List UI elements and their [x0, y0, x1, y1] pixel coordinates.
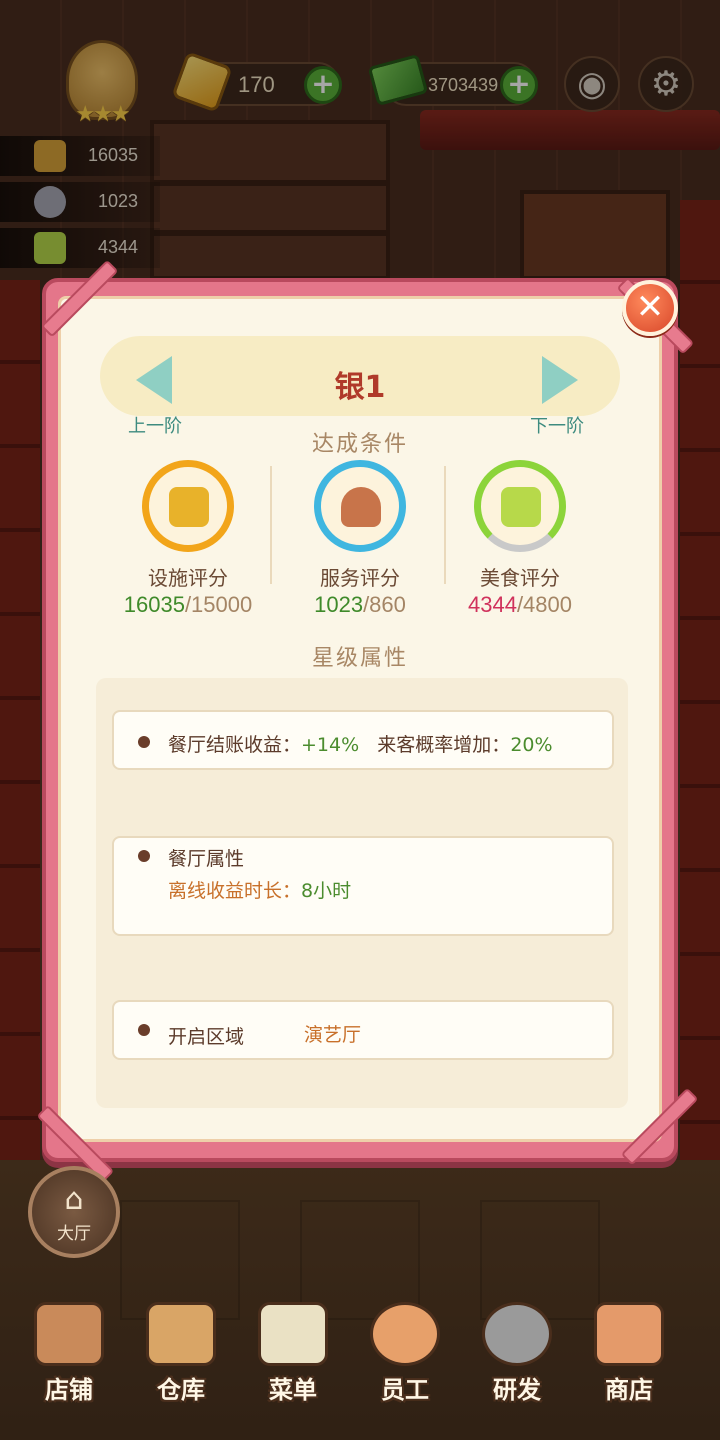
facility-criterion: 设施评分 16035/15000 — [108, 460, 268, 620]
rank-title: 银1 — [334, 370, 386, 405]
prev-rank-arrow-icon[interactable] — [136, 356, 172, 404]
bullet-dot — [138, 850, 150, 862]
nav-label: 仓库 — [157, 1376, 205, 1404]
service-progress-ring — [314, 460, 406, 552]
prev-rank-label[interactable]: 上一阶 — [128, 412, 182, 438]
criterion-value: 4344/4800 — [467, 592, 572, 617]
criterion-label: 服务评分 — [320, 566, 400, 590]
chef-icon — [370, 1302, 440, 1366]
offline-income-text: 离线收益时长：8小时 — [168, 880, 352, 902]
criterion-value: 16035/15000 — [123, 592, 253, 617]
unlock-area-value: 演艺厅 — [304, 1024, 362, 1046]
nav-warehouse[interactable]: 仓库 — [126, 1296, 236, 1416]
nav-staff[interactable]: 员工 — [350, 1296, 460, 1416]
attributes-heading: 星级属性 — [311, 646, 408, 671]
income-attribute-text: 餐厅结账收益：+14% 来客概率增加：20% — [168, 734, 553, 756]
nav-shop-front[interactable]: 店铺 — [14, 1296, 124, 1416]
service-criterion: 服务评分 1023/860 — [280, 460, 440, 620]
nav-menu[interactable]: 菜单 — [238, 1296, 348, 1416]
shop-icon — [594, 1302, 664, 1366]
cloche-icon — [341, 487, 381, 527]
nav-research[interactable]: 研发 — [462, 1296, 572, 1416]
next-rank-label[interactable]: 下一阶 — [530, 412, 584, 438]
divider — [270, 466, 272, 584]
income-attribute-box: 餐厅结账收益：+14% 来客概率增加：20% — [112, 710, 614, 770]
criterion-value: 1023/860 — [314, 592, 406, 617]
facility-progress-ring — [142, 460, 234, 552]
nav-label: 菜单 — [269, 1376, 317, 1404]
close-button[interactable]: ✕ — [622, 280, 678, 336]
clipboard-icon — [258, 1302, 328, 1366]
unlock-area-box: 开启区域 演艺厅 — [112, 1000, 614, 1060]
storefront-icon — [34, 1302, 104, 1366]
criteria-heading: 达成条件 — [311, 432, 408, 457]
nav-label: 店铺 — [45, 1376, 93, 1404]
nav-store[interactable]: 商店 — [574, 1296, 684, 1416]
pot-icon — [169, 487, 209, 527]
food-criterion: 美食评分 4344/4800 — [440, 460, 600, 620]
recipe-book-icon — [501, 487, 541, 527]
next-rank-arrow-icon[interactable] — [542, 356, 578, 404]
restaurant-attribute-label: 餐厅属性 — [168, 848, 245, 870]
close-icon: ✕ — [635, 287, 665, 327]
hall-label: 大厅 — [57, 1224, 91, 1244]
house-icon: ⌂ — [64, 1182, 84, 1217]
wok-icon — [482, 1302, 552, 1366]
bullet-dot — [138, 1024, 150, 1036]
criterion-label: 美食评分 — [480, 566, 560, 590]
crate-icon — [146, 1302, 216, 1366]
restaurant-attribute-box: 餐厅属性 离线收益时长：8小时 — [112, 836, 614, 936]
criterion-label: 设施评分 — [148, 566, 228, 590]
food-progress-ring — [474, 460, 566, 552]
bullet-dot — [138, 736, 150, 748]
hall-button[interactable]: ⌂ 大厅 — [28, 1166, 120, 1258]
nav-label: 商店 — [605, 1376, 653, 1404]
unlock-area-label: 开启区域 — [168, 1026, 245, 1048]
nav-label: 研发 — [493, 1376, 541, 1404]
nav-label: 员工 — [381, 1376, 429, 1404]
